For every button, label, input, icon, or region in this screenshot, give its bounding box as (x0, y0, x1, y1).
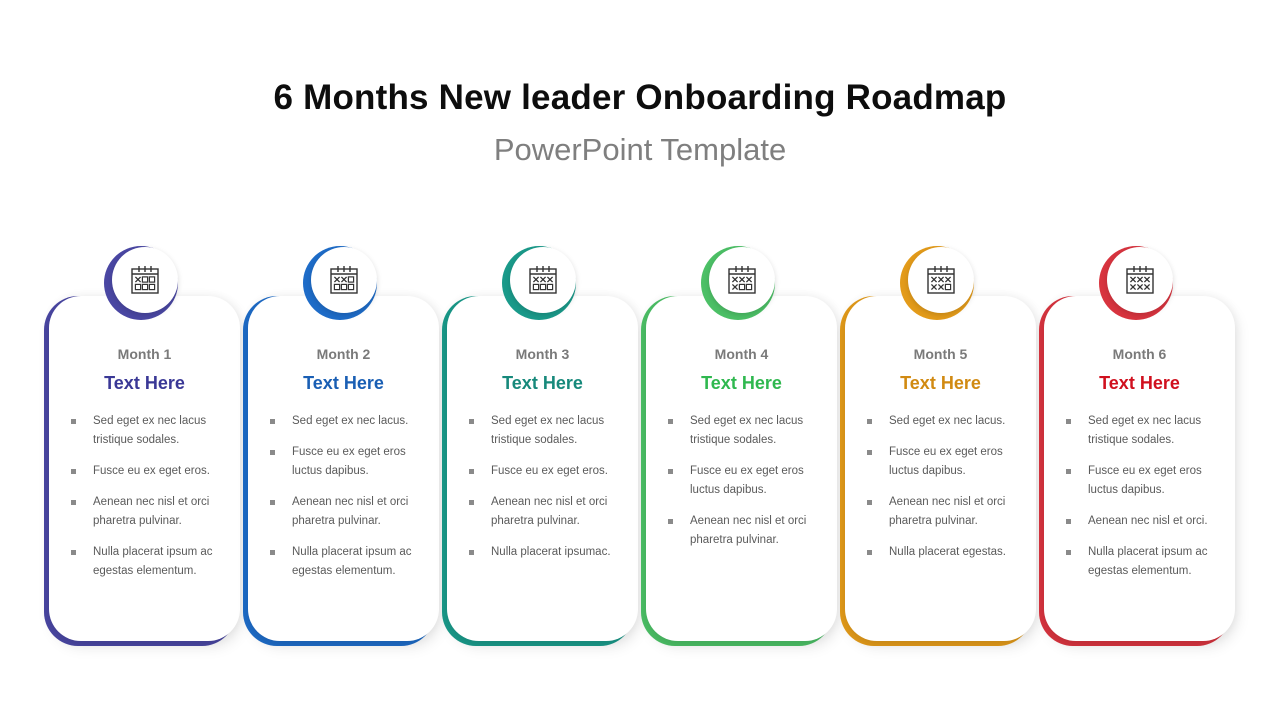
calendar-icon-graphic (728, 266, 756, 294)
card-heading: Text Here (303, 373, 384, 393)
month-label: Month 5 (913, 346, 968, 362)
bullet-item: Nulla placerat ipsumac. (467, 543, 627, 562)
month-card: Month 4 Text Here Sed eget ex nec lacus tr… (641, 246, 837, 650)
month-card: Month 3 Text Here Sed eget ex nec lacus tr… (442, 246, 638, 650)
calendar-icon (112, 247, 178, 313)
calendar-empty-day (738, 283, 746, 291)
bullet-item: Sed eget ex nec lacus. (865, 412, 1025, 431)
bullet-item: Sed eget ex nec lacus tristique sodales. (69, 412, 229, 450)
calendar-icon-graphic (330, 266, 358, 294)
month-card: Month 1 Text Here Sed eget ex nec lacus tr… (44, 246, 240, 650)
calendar-empty-day (340, 283, 348, 291)
bullet-item: Fusce eu ex eget eros luctus dapibus. (1064, 462, 1224, 500)
bullet-list: Sed eget ex nec lacus tristique sodales.… (467, 412, 627, 574)
bullet-list: Sed eget ex nec lacus tristique sodales.… (666, 412, 826, 562)
bullet-item: Aenean nec nisl et orci. (1064, 512, 1224, 531)
bullet-item: Aenean nec nisl et orci pharetra pulvina… (69, 493, 229, 531)
month-card: Month 5 Text Here Sed eget ex nec lacus. Fu… (840, 246, 1036, 650)
bullet-list: Sed eget ex nec lacus tristique sodales.… (1064, 412, 1224, 593)
calendar-empty-day (141, 283, 149, 291)
calendar-empty-day (347, 276, 355, 283)
month-label: Month 1 (117, 346, 172, 362)
bullet-item: Fusce eu ex eget eros luctus dapibus. (268, 443, 428, 481)
bullet-item: Sed eget ex nec lacus tristique sodales. (1064, 412, 1224, 450)
card-heading: Text Here (900, 373, 981, 393)
calendar-empty-day (141, 276, 149, 283)
calendar-icon (510, 247, 576, 313)
calendar-empty-day (944, 283, 952, 291)
calendar-icon (908, 247, 974, 313)
bullet-item: Nulla placerat egestas. (865, 543, 1025, 562)
bullet-item: Fusce eu ex eget eros luctus dapibus. (865, 443, 1025, 481)
month-card: Month 2 Text Here Sed eget ex nec lacus. Fu… (243, 246, 439, 650)
calendar-icon-graphic (131, 266, 159, 294)
calendar-icon-graphic (1126, 266, 1154, 294)
month-label: Month 4 (714, 346, 769, 362)
calendar-icon-graphic (529, 266, 557, 294)
bullet-item: Aenean nec nisl et orci pharetra pulvina… (865, 493, 1025, 531)
bullet-item: Sed eget ex nec lacus. (268, 412, 428, 431)
bullet-item: Sed eget ex nec lacus tristique sodales. (666, 412, 826, 450)
bullet-item: Nulla placerat ipsum ac egestas elementu… (268, 543, 428, 581)
bullet-item: Fusce eu ex eget eros luctus dapibus. (666, 462, 826, 500)
calendar-icon (709, 247, 775, 313)
month-card: Month 6 Text Here Sed eget ex nec lacus tr… (1039, 246, 1235, 650)
calendar-icon (311, 247, 377, 313)
calendar-empty-day (134, 283, 142, 291)
bullet-list: Sed eget ex nec lacus. Fusce eu ex eget e… (268, 412, 428, 593)
bullet-item: Nulla placerat ipsum ac egestas elementu… (1064, 543, 1224, 581)
bullet-item: Aenean nec nisl et orci pharetra pulvina… (467, 493, 627, 531)
calendar-empty-day (745, 283, 753, 291)
bullet-item: Sed eget ex nec lacus tristique sodales. (467, 412, 627, 450)
month-label: Month 3 (515, 346, 570, 362)
bullet-list: Sed eget ex nec lacus. Fusce eu ex eget e… (865, 412, 1025, 574)
bullet-item: Aenean nec nisl et orci pharetra pulvina… (268, 493, 428, 531)
month-label: Month 6 (1112, 346, 1167, 362)
card-heading: Text Here (1099, 373, 1180, 393)
calendar-icon (1107, 247, 1173, 313)
card-heading: Text Here (104, 373, 185, 393)
calendar-empty-day (546, 283, 554, 291)
bullet-list: Sed eget ex nec lacus tristique sodales.… (69, 412, 229, 593)
calendar-icon-graphic (927, 266, 955, 294)
calendar-empty-day (347, 283, 355, 291)
calendar-empty-day (333, 283, 341, 291)
month-label: Month 2 (316, 346, 371, 362)
card-heading: Text Here (701, 373, 782, 393)
bullet-item: Aenean nec nisl et orci pharetra pulvina… (666, 512, 826, 550)
bullet-item: Fusce eu ex eget eros. (69, 462, 229, 481)
calendar-empty-day (539, 283, 547, 291)
roadmap-cards: Month 1 Text Here Sed eget ex nec lacus tr… (0, 0, 1280, 720)
calendar-empty-day (532, 283, 540, 291)
card-heading: Text Here (502, 373, 583, 393)
calendar-empty-day (148, 283, 156, 291)
bullet-item: Fusce eu ex eget eros. (467, 462, 627, 481)
bullet-item: Nulla placerat ipsum ac egestas elementu… (69, 543, 229, 581)
calendar-empty-day (148, 276, 156, 283)
